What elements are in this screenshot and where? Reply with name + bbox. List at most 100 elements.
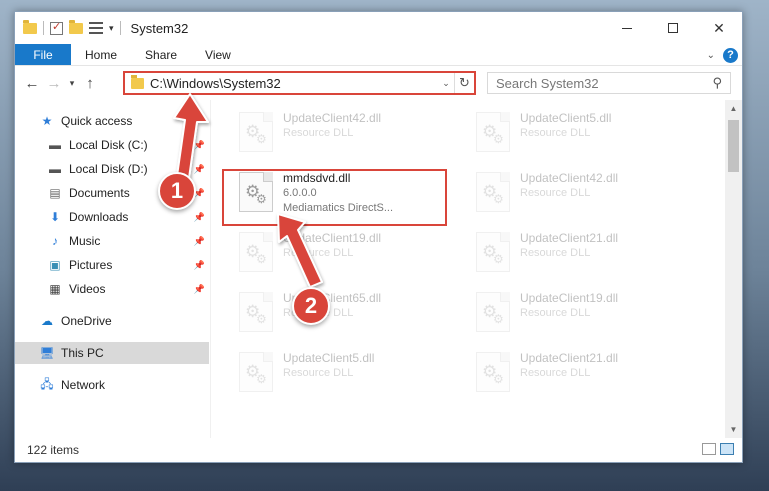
large-icons-view-icon[interactable] (720, 443, 734, 455)
sidebar-item-pictures[interactable]: ▣ Pictures 📌 (15, 254, 209, 276)
address-path[interactable]: C:\Windows\System32 (150, 76, 438, 91)
properties-icon[interactable] (50, 20, 63, 35)
drive-icon: ▬ (49, 138, 61, 152)
sidebar-item-label: This PC (61, 346, 104, 360)
file-highlight-box (222, 169, 447, 226)
sidebar-item-label: Pictures (69, 258, 113, 272)
dll-file-icon: ⚙ ⚙ (476, 352, 510, 392)
pin-icon: 📌 (193, 259, 205, 270)
minimize-button[interactable] (604, 12, 650, 44)
tab-home[interactable]: Home (71, 44, 131, 65)
cloud-icon: ☁ (41, 314, 53, 328)
pictures-icon: ▣ (49, 258, 61, 272)
file-description: Resource DLL (283, 247, 354, 259)
sidebar-item-label: Downloads (69, 210, 129, 224)
expand-ribbon-chevron-icon[interactable]: ⌄ (707, 50, 715, 61)
file-item[interactable]: ⚙ ⚙ UpdateClient19.dll Resource DLL (239, 230, 459, 280)
view-options-icon[interactable] (89, 22, 103, 34)
callout-step-1: 1 (158, 172, 196, 210)
ribbon-right-controls: ⌄ ? (707, 46, 738, 64)
dll-file-icon: ⚙ ⚙ (239, 232, 273, 272)
tab-file[interactable]: File (15, 44, 71, 65)
item-count: 122 items (27, 443, 80, 457)
file-item[interactable]: ⚙⚙ UpdateClient65.dllResource DLL (239, 290, 459, 340)
quick-access-toolbar: ▾ (15, 19, 121, 35)
title-bar: ▾ System32 ✕ (15, 12, 742, 44)
file-item[interactable]: ⚙ ⚙ UpdateClient5.dll Resource DLL (239, 350, 459, 400)
file-item[interactable]: ⚙ ⚙ UpdateClient21.dll Resource DLL (476, 230, 696, 280)
navigation-bar: ← → ▾ ↑ C:\Windows\System32 ⌄ ↻ Search S… (15, 66, 742, 100)
sidebar-item-label: Videos (69, 282, 106, 296)
window-title: System32 (130, 20, 189, 36)
tab-share[interactable]: Share (131, 44, 191, 65)
vertical-scrollbar[interactable]: ▲ ▼ (725, 100, 742, 438)
minimize-icon (622, 27, 632, 29)
search-icon: ⚲ (712, 75, 722, 90)
recent-locations-dropdown-icon[interactable]: ▾ (65, 78, 79, 89)
back-arrow-icon[interactable]: ← (21, 75, 43, 92)
scroll-down-icon[interactable]: ▼ (725, 421, 742, 438)
file-name: UpdateClient21.dll (520, 351, 619, 365)
content-area: ★ Quick access ▬ Local Disk (C:) 📌 ▬ Loc… (15, 100, 742, 438)
star-icon: ★ (41, 114, 53, 128)
dll-file-icon: ⚙ ⚙ (239, 352, 273, 392)
file-item[interactable]: ⚙ ⚙ UpdateClient42.dll Resource DLL (239, 110, 459, 160)
file-name: UpdateClient42.dll (283, 111, 382, 125)
up-arrow-icon[interactable]: ↑ (79, 75, 101, 92)
pin-icon: 📌 (193, 139, 205, 150)
file-description: Resource DLL (283, 367, 354, 379)
file-explorer-window: ▾ System32 ✕ File Home Share View ⌄ ? ← … (14, 11, 743, 463)
file-name: UpdateClient5.dll (520, 111, 612, 125)
window-controls: ✕ (604, 12, 742, 44)
documents-icon: ▤ (49, 186, 61, 200)
dll-file-icon: ⚙ ⚙ (476, 172, 510, 212)
sidebar-item-label: Quick access (61, 114, 133, 128)
forward-arrow-icon[interactable]: → (43, 75, 65, 92)
scroll-up-icon[interactable]: ▲ (725, 100, 742, 117)
search-input[interactable]: Search System32 ⚲ (487, 72, 731, 94)
pin-icon: 📌 (193, 235, 205, 246)
maximize-button[interactable] (650, 12, 696, 44)
file-description: Resource DLL (283, 127, 354, 139)
sidebar-item-music[interactable]: ♪ Music 📌 (15, 230, 209, 252)
ribbon-tabs: File Home Share View ⌄ ? (15, 44, 742, 66)
file-name: UpdateClient42.dll (520, 171, 619, 185)
sidebar-item-onedrive[interactable]: ☁ OneDrive (15, 310, 209, 332)
sidebar-item-label: Network (61, 378, 106, 392)
dll-file-icon: ⚙ ⚙ (476, 232, 510, 272)
help-icon[interactable]: ? (723, 47, 738, 63)
sidebar-item-this-pc[interactable]: 🖥 This PC (15, 342, 209, 364)
dll-file-icon: ⚙ ⚙ (476, 112, 510, 152)
toolbar-separator (119, 21, 121, 35)
file-item[interactable]: ⚙ ⚙ UpdateClient19.dll Resource DLL (476, 290, 696, 340)
callout-step-2: 2 (292, 287, 330, 325)
new-folder-icon[interactable] (69, 19, 83, 34)
close-icon: ✕ (713, 19, 725, 36)
close-button[interactable]: ✕ (696, 12, 742, 44)
sidebar-item-local-disk-c[interactable]: ▬ Local Disk (C:) 📌 (15, 134, 209, 156)
file-name: UpdateClient19.dll (283, 231, 382, 245)
view-toggles (702, 443, 734, 455)
file-item[interactable]: ⚙ ⚙ UpdateClient5.dll Resource DLL (476, 110, 696, 160)
details-view-icon[interactable] (702, 443, 716, 455)
address-dropdown-icon[interactable]: ⌄ (438, 78, 454, 89)
refresh-icon[interactable]: ↻ (454, 73, 474, 93)
file-item[interactable]: ⚙ ⚙ UpdateClient42.dll Resource DLL (476, 170, 696, 220)
sidebar-item-label: Local Disk (C:) (69, 138, 148, 152)
sidebar-item-quick-access[interactable]: ★ Quick access (15, 110, 209, 132)
scrollbar-thumb[interactable] (728, 120, 739, 172)
file-description: Resource DLL (520, 127, 591, 139)
folder-icon (23, 19, 37, 34)
dll-file-icon: ⚙ ⚙ (239, 292, 273, 332)
customize-toolbar-dropdown-icon[interactable]: ▾ (109, 23, 114, 34)
tab-view[interactable]: View (191, 44, 245, 65)
dll-file-icon: ⚙ ⚙ (239, 112, 273, 152)
computer-icon: 🖥 (39, 346, 55, 360)
sidebar-item-videos[interactable]: ▦ Videos 📌 (15, 278, 209, 300)
file-item[interactable]: ⚙ ⚙ UpdateClient21.dll Resource DLL (476, 350, 696, 400)
sidebar-item-label: Music (69, 234, 101, 248)
folder-icon (131, 74, 144, 89)
address-bar[interactable]: C:\Windows\System32 ⌄ ↻ (123, 71, 476, 95)
pin-icon: 📌 (193, 163, 205, 174)
sidebar-item-network[interactable]: 🖧 Network (15, 374, 209, 396)
